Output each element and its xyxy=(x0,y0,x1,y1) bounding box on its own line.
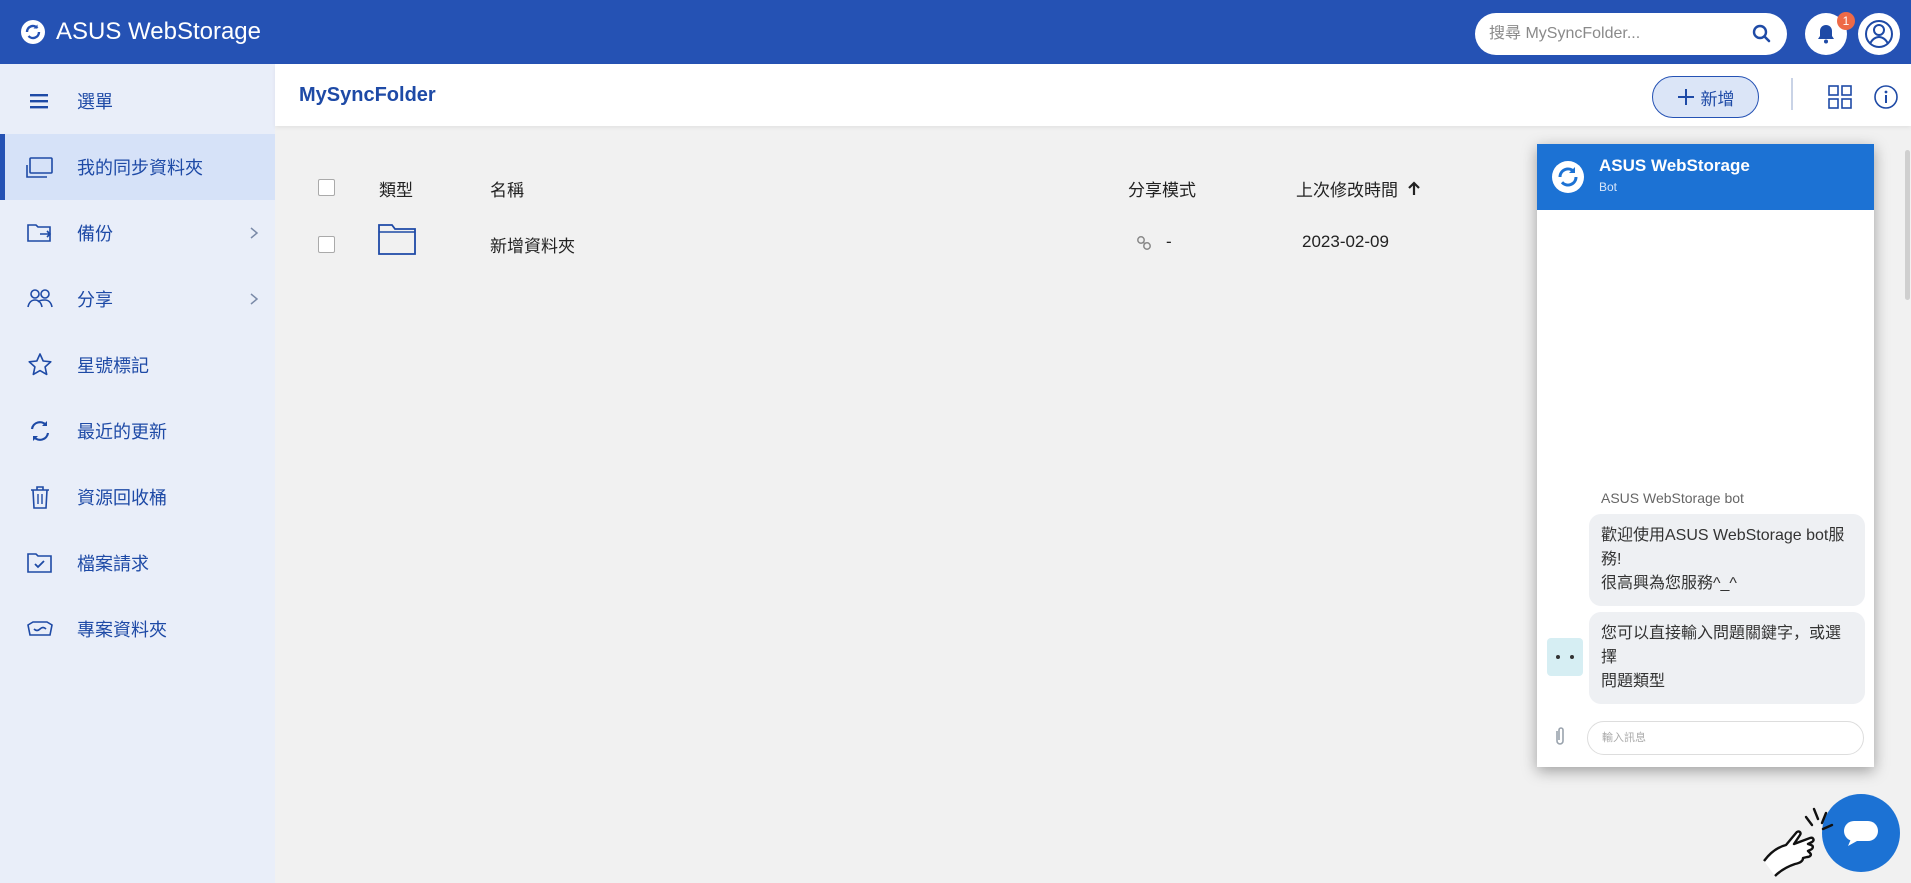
sidebar-item-label: 我的同步資料夾 xyxy=(77,158,203,178)
sidebar-item-menu[interactable]: 選單 xyxy=(0,68,275,134)
content-header: MySyncFolder 新增 xyxy=(275,64,1911,126)
backup-icon xyxy=(26,219,54,247)
sidebar-item-share[interactable]: 分享 xyxy=(0,266,275,332)
sidebar-item-label: 最近的更新 xyxy=(77,422,167,442)
star-icon xyxy=(26,351,54,379)
divider xyxy=(1791,78,1793,110)
chat-message-input[interactable] xyxy=(1587,721,1864,755)
page-title: MySyncFolder xyxy=(299,84,436,106)
info-icon[interactable] xyxy=(1873,84,1899,110)
sidebar-item-label: 星號標記 xyxy=(77,356,149,376)
sidebar-item-project-folder[interactable]: 專案資料夾 xyxy=(0,596,275,662)
chat-header: ASUS WebStorage Bot xyxy=(1537,144,1874,210)
brand[interactable]: ASUS WebStorage xyxy=(20,0,261,64)
app-title: ASUS WebStorage xyxy=(56,18,261,45)
new-button-label: 新增 xyxy=(1700,89,1735,109)
sidebar-item-recent-updates[interactable]: 最近的更新 xyxy=(0,398,275,464)
grid-view-icon[interactable] xyxy=(1827,84,1853,110)
share-mode-value: - xyxy=(1166,232,1172,251)
search-box xyxy=(1475,13,1787,55)
row-checkbox[interactable] xyxy=(318,236,335,253)
sidebar-item-recycle-bin[interactable]: 資源回收桶 xyxy=(0,464,275,530)
modified-date: 2023-02-09 xyxy=(1302,232,1389,251)
column-header-modified[interactable]: 上次修改時間 xyxy=(1296,176,1422,201)
file-name[interactable]: 新增資料夾 xyxy=(490,232,575,257)
scrollbar-thumb[interactable] xyxy=(1905,150,1910,300)
sidebar-item-file-request[interactable]: 檔案請求 xyxy=(0,530,275,596)
link-icon xyxy=(1137,236,1151,250)
sidebar-item-label: 選單 xyxy=(77,92,113,112)
chevron-right-icon xyxy=(250,227,259,239)
pointing-hand-icon xyxy=(1763,807,1834,877)
column-header-share-mode[interactable]: 分享模式 xyxy=(1128,176,1196,201)
chat-message: 歡迎使用ASUS WebStorage bot服 務! 很高興為您服務^_^ xyxy=(1589,514,1865,606)
sidebar-item-label: 備份 xyxy=(77,224,113,244)
user-avatar-button[interactable] xyxy=(1858,13,1900,55)
plus-icon xyxy=(1677,89,1694,105)
search-input[interactable] xyxy=(1489,25,1751,43)
select-all-checkbox[interactable] xyxy=(318,179,335,196)
chatbot-panel: ASUS WebStorage Bot ASUS WebStorage bot … xyxy=(1537,144,1874,767)
sidebar: 選單 我的同步資料夾 備份 分享 星號標記 最近的更新 資源回收桶 檔案請求 專… xyxy=(0,64,275,883)
sidebar-item-label: 檔案請求 xyxy=(77,554,149,574)
menu-icon xyxy=(26,87,54,115)
sync-folder-icon xyxy=(26,153,54,181)
chat-message: 您可以直接輸入問題關鍵字，或選擇 問題類型 xyxy=(1589,612,1865,704)
share-users-icon xyxy=(26,285,54,313)
sort-ascending-icon xyxy=(1408,180,1420,195)
bell-icon xyxy=(1818,25,1834,44)
sidebar-item-my-sync-folder[interactable]: 我的同步資料夾 xyxy=(0,134,275,200)
notification-badge: 1 xyxy=(1837,12,1855,30)
sidebar-item-label: 分享 xyxy=(77,290,113,310)
new-button[interactable]: 新增 xyxy=(1652,76,1759,118)
column-header-name[interactable]: 名稱 xyxy=(490,176,524,201)
sidebar-item-backup[interactable]: 備份 xyxy=(0,200,275,266)
chat-subtitle: Bot xyxy=(1599,180,1618,194)
file-request-icon xyxy=(26,549,54,577)
trash-icon xyxy=(26,483,54,511)
attachment-icon[interactable] xyxy=(1549,725,1571,747)
bot-avatar xyxy=(1547,638,1583,676)
sidebar-item-starred[interactable]: 星號標記 xyxy=(0,332,275,398)
column-header-type[interactable]: 類型 xyxy=(379,176,413,201)
chevron-right-icon xyxy=(250,293,259,305)
column-header-modified-label: 上次修改時間 xyxy=(1296,181,1398,200)
user-icon xyxy=(1865,20,1893,48)
sidebar-item-label: 專案資料夾 xyxy=(77,620,167,640)
asus-webstorage-logo-icon xyxy=(21,20,45,44)
folder-icon xyxy=(378,224,416,255)
chat-bubble-icon xyxy=(1844,821,1878,846)
top-bar: ASUS WebStorage 1 xyxy=(0,0,1911,64)
refresh-icon xyxy=(26,417,54,445)
project-folder-icon xyxy=(26,615,54,643)
search-icon[interactable] xyxy=(1751,23,1773,45)
bot-name: ASUS WebStorage bot xyxy=(1601,490,1744,506)
sidebar-item-label: 資源回收桶 xyxy=(77,488,167,508)
chat-title: ASUS WebStorage xyxy=(1599,156,1750,175)
asus-webstorage-logo-icon xyxy=(1552,161,1584,193)
